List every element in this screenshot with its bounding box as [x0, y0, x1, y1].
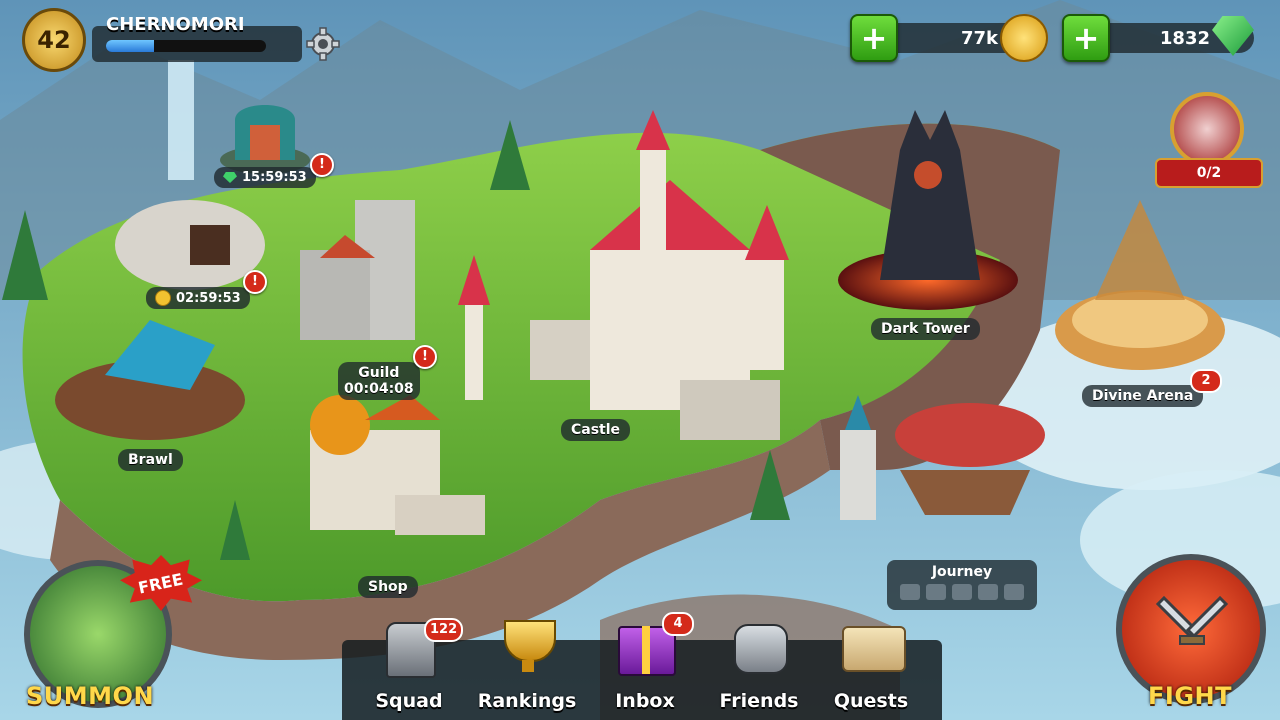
coin-icon [1000, 14, 1048, 62]
nav-quests-label: Quests [833, 690, 909, 712]
dark-tower-label[interactable]: Dark Tower [871, 318, 980, 340]
gems-counter: + 1832 [1062, 14, 1254, 62]
guild-timer: 00:04:08 [344, 381, 414, 397]
handshake-icon [734, 624, 788, 674]
settings-button[interactable] [305, 26, 341, 62]
crossed-swords-icon [1156, 595, 1228, 645]
coins-value: 77k [960, 27, 998, 49]
journey-name: Journey [931, 564, 993, 580]
crossed-swords-icon [926, 584, 946, 600]
player-level: 42 [37, 26, 71, 54]
nav-squad[interactable]: 122 Squad [354, 610, 464, 720]
guild-name: Guild [358, 365, 400, 381]
journey-label[interactable]: Journey [887, 560, 1037, 610]
portal-alert-badge: ! [310, 153, 334, 177]
portal-timer[interactable]: 15:59:53 [214, 167, 316, 188]
fight-button[interactable]: FIGHT [1112, 550, 1272, 715]
portal-timer-value: 15:59:53 [242, 170, 307, 185]
add-coins-button[interactable]: + [850, 14, 898, 62]
player-card[interactable]: CHERNOMORI 42 [22, 8, 302, 72]
crossed-swords-icon [1004, 584, 1024, 600]
level-badge[interactable]: 42 [22, 8, 86, 72]
gear-icon [306, 27, 340, 61]
nav-rankings-label: Rankings [477, 690, 577, 712]
summon-label: SUMMON [26, 682, 155, 710]
bottom-nav: 122 Squad Rankings 4 Inbox Friends Quest… [342, 612, 942, 720]
add-gems-button[interactable]: + [1062, 14, 1110, 62]
guild-label[interactable]: Guild 00:04:08 [338, 362, 420, 400]
xp-bar [106, 40, 266, 52]
xp-bar-fill [106, 40, 154, 52]
trophy-icon [504, 620, 556, 662]
squad-badge: 122 [424, 618, 464, 642]
fight-label: FIGHT [1148, 682, 1232, 710]
trophy-stem [522, 660, 534, 672]
boss-portrait [1170, 92, 1244, 166]
nav-inbox[interactable]: 4 Inbox [590, 610, 700, 720]
nav-rankings[interactable]: Rankings [472, 610, 582, 720]
mine-alert-badge: ! [243, 270, 267, 294]
gift-ribbon [642, 626, 650, 674]
crossed-swords-icon [952, 584, 972, 600]
divine-arena-badge: 2 [1190, 369, 1222, 393]
shop-label[interactable]: Shop [358, 576, 418, 598]
mine-timer[interactable]: 02:59:53 [146, 287, 250, 309]
gem-icon [223, 172, 237, 183]
gems-value: 1832 [1159, 27, 1210, 49]
coin-icon [155, 290, 171, 306]
boss-progress: 0/2 [1155, 158, 1263, 188]
scroll-icon [842, 626, 906, 672]
summon-button[interactable]: FREE SUMMON [12, 555, 202, 715]
inbox-badge: 4 [662, 612, 694, 636]
mine-timer-value: 02:59:53 [176, 290, 241, 306]
nav-inbox-label: Inbox [615, 690, 675, 712]
coins-counter: + 77k [850, 14, 1048, 62]
nav-quests[interactable]: Quests [816, 610, 926, 720]
world-map: CHERNOMORI 42 + 77k + 1832 0/2 15:59:53 … [0, 0, 1280, 720]
nav-friends-label: Friends [719, 690, 799, 712]
divine-arena-label[interactable]: Divine Arena [1082, 385, 1204, 407]
castle-label[interactable]: Castle [561, 419, 631, 441]
guild-alert-badge: ! [413, 345, 437, 369]
brawl-label[interactable]: Brawl [118, 449, 183, 471]
journey-stages [887, 584, 1037, 600]
boss-event-button[interactable]: 0/2 [1135, 92, 1275, 192]
crossed-swords-icon [900, 584, 920, 600]
nav-friends[interactable]: Friends [704, 610, 814, 720]
nav-squad-label: Squad [375, 690, 443, 712]
free-label: FREE [136, 569, 186, 597]
crossed-swords-icon [978, 584, 998, 600]
player-name: CHERNOMORI [106, 14, 245, 35]
